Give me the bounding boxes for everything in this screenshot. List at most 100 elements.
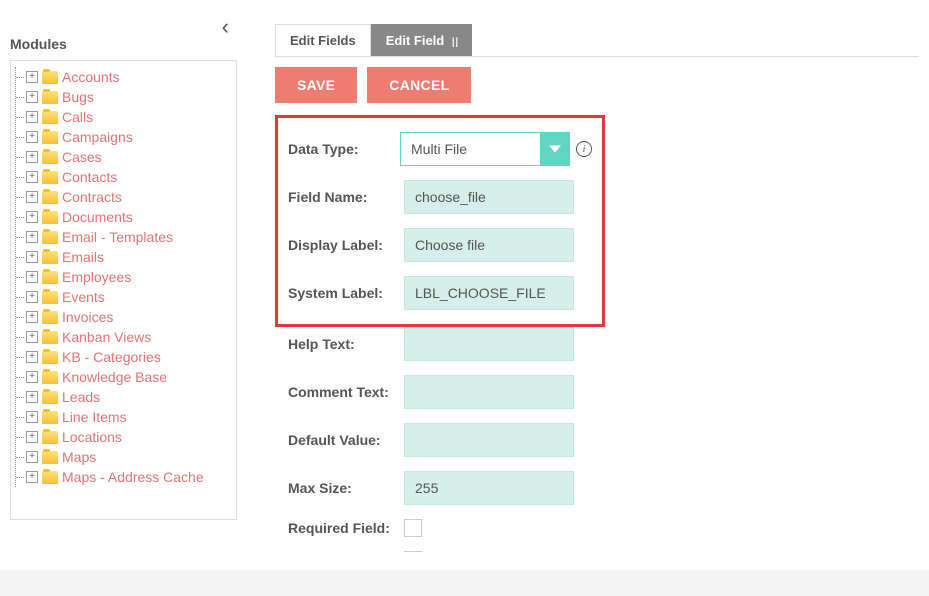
display-label-input[interactable] xyxy=(404,228,574,262)
tree-item-label[interactable]: Email - Templates xyxy=(62,229,173,245)
cancel-button[interactable]: CANCEL xyxy=(367,67,471,103)
help-text-input[interactable] xyxy=(404,327,574,361)
expand-icon[interactable]: + xyxy=(26,471,38,483)
folder-icon xyxy=(42,211,58,224)
tree-item[interactable]: + Documents xyxy=(26,207,232,227)
folder-icon xyxy=(42,271,58,284)
folder-icon xyxy=(42,71,58,84)
tree-item[interactable]: + Line Items xyxy=(26,407,232,427)
info-icon[interactable]: i xyxy=(576,141,592,157)
tree-item-label[interactable]: Invoices xyxy=(62,309,113,325)
label-system-label: System Label: xyxy=(288,285,404,301)
expand-icon[interactable]: + xyxy=(26,291,38,303)
tree-item-label[interactable]: Kanban Views xyxy=(62,329,151,345)
tree-item-label[interactable]: Maps xyxy=(62,449,96,465)
required-field-checkbox[interactable] xyxy=(404,519,422,537)
footer-strip xyxy=(0,570,929,596)
expand-icon[interactable]: + xyxy=(26,371,38,383)
folder-icon xyxy=(42,451,58,464)
field-name-input[interactable] xyxy=(404,180,574,214)
sidebar-title: Modules xyxy=(10,36,67,52)
folder-icon xyxy=(42,331,58,344)
tree-item[interactable]: + Knowledge Base xyxy=(26,367,232,387)
expand-icon[interactable]: + xyxy=(26,111,38,123)
tree-item[interactable]: + Events xyxy=(26,287,232,307)
tree-item-label[interactable]: Emails xyxy=(62,249,104,265)
tree-item[interactable]: + Emails xyxy=(26,247,232,267)
tree-item-label[interactable]: Contracts xyxy=(62,189,122,205)
expand-icon[interactable]: + xyxy=(26,411,38,423)
label-default-value: Default Value: xyxy=(288,432,404,448)
tree-item[interactable]: + Maps xyxy=(26,447,232,467)
tree-item[interactable]: + Contracts xyxy=(26,187,232,207)
folder-icon xyxy=(42,411,58,424)
tree-item-label[interactable]: Events xyxy=(62,289,105,305)
expand-icon[interactable]: + xyxy=(26,331,38,343)
folder-icon xyxy=(42,431,58,444)
expand-icon[interactable]: + xyxy=(26,251,38,263)
sidebar: Modules ‹ + Accounts + Bugs + Calls + Campaigns… xyxy=(0,0,245,552)
data-type-select[interactable]: Multi File xyxy=(400,132,570,166)
expand-icon[interactable]: + xyxy=(26,71,38,83)
folder-icon xyxy=(42,131,58,144)
tree-item[interactable]: + Cases xyxy=(26,147,232,167)
audit-checkbox[interactable] xyxy=(404,551,422,552)
max-size-input[interactable] xyxy=(404,471,574,505)
tabs: Edit Fields Edit Field | | xyxy=(275,24,919,57)
tree-item-label[interactable]: Maps - Address Cache xyxy=(62,469,204,485)
folder-icon xyxy=(42,291,58,304)
tree-item-label[interactable]: Employees xyxy=(62,269,131,285)
default-value-input[interactable] xyxy=(404,423,574,457)
tree-item[interactable]: + Contacts xyxy=(26,167,232,187)
expand-icon[interactable]: + xyxy=(26,271,38,283)
tree-item-label[interactable]: Locations xyxy=(62,429,122,445)
tree-item-label[interactable]: Line Items xyxy=(62,409,127,425)
expand-icon[interactable]: + xyxy=(26,431,38,443)
tree-item-label[interactable]: Leads xyxy=(62,389,100,405)
tree-item[interactable]: + Invoices xyxy=(26,307,232,327)
expand-icon[interactable]: + xyxy=(26,131,38,143)
expand-icon[interactable]: + xyxy=(26,311,38,323)
tree-item[interactable]: + Maps - Address Cache xyxy=(26,467,232,487)
tree-item[interactable]: + Accounts xyxy=(26,67,232,87)
label-data-type: Data Type: xyxy=(288,141,400,157)
tree-item[interactable]: + Employees xyxy=(26,267,232,287)
tab-edit-fields[interactable]: Edit Fields xyxy=(275,24,371,56)
system-label-input[interactable] xyxy=(404,276,574,310)
tree-item[interactable]: + KB - Categories xyxy=(26,347,232,367)
tree-item-label[interactable]: Knowledge Base xyxy=(62,369,167,385)
tree-item-label[interactable]: Campaigns xyxy=(62,129,133,145)
chevron-down-icon[interactable] xyxy=(540,132,570,166)
tree-item[interactable]: + Kanban Views xyxy=(26,327,232,347)
expand-icon[interactable]: + xyxy=(26,191,38,203)
tree-item-label[interactable]: Calls xyxy=(62,109,93,125)
tree-item-label[interactable]: KB - Categories xyxy=(62,349,161,365)
expand-icon[interactable]: + xyxy=(26,151,38,163)
collapse-icon[interactable]: ‹ xyxy=(222,14,229,40)
tab-edit-field[interactable]: Edit Field | | xyxy=(371,24,473,56)
tree-item-label[interactable]: Contacts xyxy=(62,169,117,185)
expand-icon[interactable]: + xyxy=(26,211,38,223)
tree-item[interactable]: + Calls xyxy=(26,107,232,127)
tree-item-label[interactable]: Bugs xyxy=(62,89,94,105)
expand-icon[interactable]: + xyxy=(26,231,38,243)
tree-item[interactable]: + Leads xyxy=(26,387,232,407)
expand-icon[interactable]: + xyxy=(26,171,38,183)
folder-icon xyxy=(42,171,58,184)
expand-icon[interactable]: + xyxy=(26,451,38,463)
save-button[interactable]: SAVE xyxy=(275,67,357,103)
tree-item[interactable]: + Bugs xyxy=(26,87,232,107)
tree-item[interactable]: + Email - Templates xyxy=(26,227,232,247)
expand-icon[interactable]: + xyxy=(26,391,38,403)
expand-icon[interactable]: + xyxy=(26,351,38,363)
comment-text-input[interactable] xyxy=(404,375,574,409)
tree-item-label[interactable]: Cases xyxy=(62,149,102,165)
tree-item[interactable]: + Locations xyxy=(26,427,232,447)
tree-item-label[interactable]: Accounts xyxy=(62,69,120,85)
label-max-size: Max Size: xyxy=(288,480,404,496)
tree-item[interactable]: + Campaigns xyxy=(26,127,232,147)
module-tree[interactable]: + Accounts + Bugs + Calls + Campaigns + Cases + Con… xyxy=(10,60,237,520)
folder-icon xyxy=(42,371,58,384)
expand-icon[interactable]: + xyxy=(26,91,38,103)
tree-item-label[interactable]: Documents xyxy=(62,209,133,225)
